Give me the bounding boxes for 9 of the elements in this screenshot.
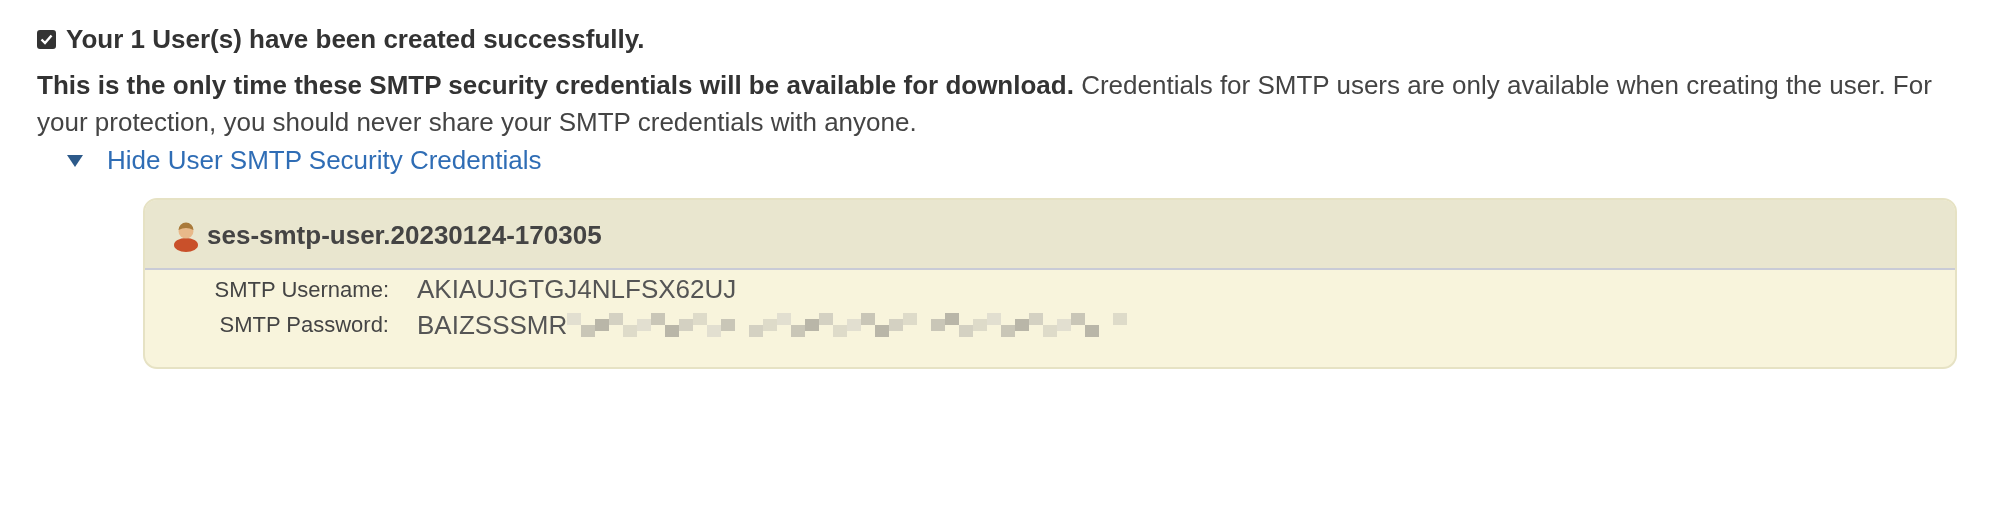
field-label: SMTP Username: <box>213 276 389 303</box>
notice-text: This is the only time these SMTP security credentials will be available for download. Credentials for SMTP users are only available when creating the user. For your protection, you should never share your SMTP credentials with anyone. <box>37 69 1933 139</box>
field-label: SMTP Password: <box>218 312 389 338</box>
user-name: ses-smtp-user.20230124-170305 <box>207 219 602 251</box>
triangle-icon <box>67 153 83 168</box>
hide-credentials-link[interactable]: Hide User SMTP Security Credentials <box>67 145 542 176</box>
field-value: BAIZSSSMR <box>417 309 568 341</box>
success-title: Your 1 User(s) have been created successfully. <box>66 24 645 55</box>
field-value: AKIAUJGTGJ4NLFSX62UJ <box>417 274 737 305</box>
